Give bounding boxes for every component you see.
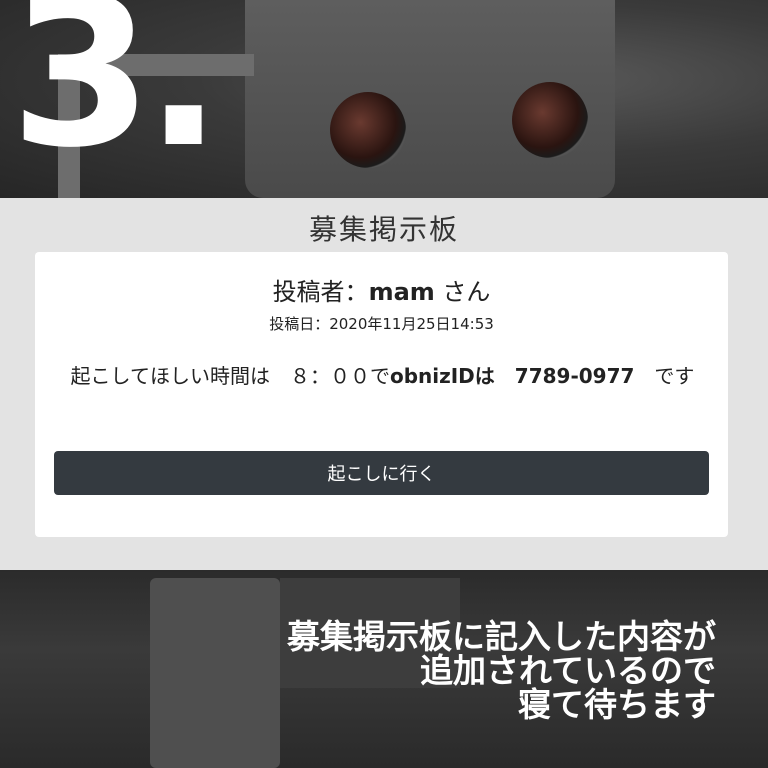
step-number: 3. xyxy=(10,0,222,193)
caption-line: 追加されているので xyxy=(419,651,716,690)
poster-name: mam xyxy=(368,278,435,306)
obniz-id-value: 7789-0977 xyxy=(514,364,635,388)
caption-line: 寝て待ちます xyxy=(518,685,716,724)
board-title: 募集掲示板 xyxy=(308,213,459,246)
wake-up-button[interactable]: 起こしに行く xyxy=(54,451,709,495)
poster-prefix: 投稿者： xyxy=(272,278,369,306)
device-case-image xyxy=(150,578,280,768)
caption-line: 募集掲示板に記入した内容が xyxy=(287,617,716,656)
poster-suffix: さん xyxy=(434,278,491,306)
message-text: で xyxy=(369,364,390,388)
post-date: 投稿日：2020年11月25日14:53 xyxy=(269,315,494,333)
wake-time: ８：００ xyxy=(289,364,370,388)
obniz-id-label: obnizIDは xyxy=(389,364,495,388)
sensor-eye-left xyxy=(330,92,406,168)
message-text: 起こしてほしい時間は xyxy=(70,364,290,388)
post-message: 起こしてほしい時間は ８：００でobnizIDは 7789-0977 です xyxy=(55,364,710,388)
sensor-eye-right xyxy=(512,82,588,158)
message-text: です xyxy=(634,364,695,388)
message-spacer xyxy=(495,364,515,388)
poster-line: 投稿者：mam さん xyxy=(35,272,728,307)
step-caption: 募集掲示板に記入した内容が 追加されているので 寝て待ちます xyxy=(287,620,716,722)
